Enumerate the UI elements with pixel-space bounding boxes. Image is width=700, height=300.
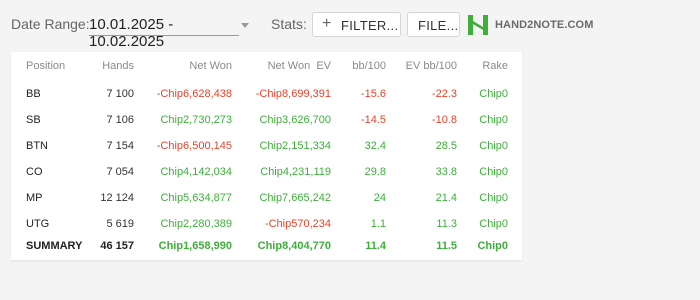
cell-bb100: -15.6 bbox=[360, 88, 386, 100]
cell-net-won-ev: Chip2,151,334 bbox=[259, 140, 331, 152]
cell-hands: 7 106 bbox=[106, 114, 134, 126]
header-rake[interactable]: Rake bbox=[482, 60, 508, 72]
cell-ev-bb100: -10.8 bbox=[431, 114, 457, 126]
file-button[interactable]: FILE... bbox=[407, 12, 460, 37]
cell-ev-bb100: 28.5 bbox=[435, 140, 457, 152]
summary-position: SUMMARY bbox=[26, 240, 83, 252]
summary-ev-bb100: 11.5 bbox=[436, 240, 457, 252]
cell-net-won-ev: Chip3,626,700 bbox=[259, 114, 331, 126]
header-net-won[interactable]: Net Won bbox=[189, 60, 232, 72]
header-bb100[interactable]: bb/100 bbox=[352, 60, 386, 72]
cell-hands: 12 124 bbox=[100, 192, 134, 204]
hand2note-logo: HAND2NOTE.COM bbox=[466, 12, 596, 38]
cell-ev-bb100: -22.3 bbox=[431, 88, 457, 100]
logo-text: HAND2NOTE.COM bbox=[495, 19, 594, 31]
summary-net-won-ev: Chip8,404,770 bbox=[257, 240, 331, 252]
cell-rake: Chip0 bbox=[479, 218, 508, 230]
summary-rake: Chip0 bbox=[477, 240, 508, 252]
cell-ev-bb100: 33.8 bbox=[435, 166, 457, 178]
cell-bb100: 1.1 bbox=[370, 218, 386, 230]
summary-bb100: 11.4 bbox=[365, 240, 386, 252]
cell-bb100: 24 bbox=[373, 192, 386, 204]
cell-net-won-ev: -Chip8,699,391 bbox=[255, 88, 331, 100]
file-button-label: FILE... bbox=[418, 18, 459, 33]
cell-position: BTN bbox=[26, 140, 48, 152]
cell-net-won-ev: Chip7,665,242 bbox=[259, 192, 331, 204]
date-range-value: 10.01.2025 - 10.02.2025 bbox=[89, 16, 174, 50]
cell-position: MP bbox=[26, 192, 43, 204]
hand2note-logo-icon bbox=[468, 15, 488, 35]
header-hands[interactable]: Hands bbox=[102, 60, 134, 72]
cell-net-won: -Chip6,500,145 bbox=[156, 140, 232, 152]
toolbar: Date Range: 10.01.2025 - 10.02.2025 Stat… bbox=[0, 0, 700, 50]
cell-rake: Chip0 bbox=[479, 88, 508, 100]
cell-hands: 5 619 bbox=[106, 218, 134, 230]
header-net-won-ev[interactable]: Net Won EV bbox=[268, 60, 331, 72]
cell-net-won: Chip2,730,273 bbox=[160, 114, 232, 126]
cell-net-won: Chip2,280,389 bbox=[160, 218, 232, 230]
filter-button-label: FILTER... bbox=[341, 18, 399, 33]
cell-net-won: -Chip6,628,438 bbox=[156, 88, 232, 100]
cell-bb100: 32.4 bbox=[364, 140, 386, 152]
summary-hands: 46 157 bbox=[100, 240, 134, 252]
cell-hands: 7 100 bbox=[106, 88, 134, 100]
cell-position: UTG bbox=[26, 218, 50, 230]
date-range-label: Date Range: bbox=[11, 16, 90, 32]
cell-rake: Chip0 bbox=[479, 140, 508, 152]
cell-hands: 7 154 bbox=[106, 140, 134, 152]
cell-net-won: Chip5,634,877 bbox=[160, 192, 232, 204]
cell-bb100: -14.5 bbox=[360, 114, 386, 126]
cell-rake: Chip0 bbox=[479, 114, 508, 126]
cell-position: BB bbox=[26, 88, 41, 100]
cell-rake: Chip0 bbox=[479, 166, 508, 178]
stats-table: Position Hands Net Won Net Won EV bb/100… bbox=[11, 52, 522, 260]
cell-ev-bb100: 11.3 bbox=[436, 218, 457, 230]
cell-rake: Chip0 bbox=[479, 192, 508, 204]
plus-icon: + bbox=[322, 15, 332, 32]
filter-button[interactable]: + FILTER... bbox=[312, 12, 401, 37]
summary-net-won: Chip1,658,990 bbox=[158, 240, 232, 252]
cell-position: CO bbox=[26, 166, 43, 178]
header-ev-bb100[interactable]: EV bb/100 bbox=[406, 60, 457, 72]
chevron-down-icon[interactable] bbox=[241, 23, 249, 28]
cell-net-won-ev: -Chip570,234 bbox=[264, 218, 331, 230]
cell-position: SB bbox=[26, 114, 41, 126]
date-range-select[interactable]: 10.01.2025 - 10.02.2025 bbox=[89, 12, 249, 50]
date-range-underline bbox=[89, 35, 239, 36]
header-position[interactable]: Position bbox=[26, 60, 65, 72]
stats-label: Stats: bbox=[271, 16, 307, 32]
cell-hands: 7 054 bbox=[106, 166, 134, 178]
cell-net-won: Chip4,142,034 bbox=[160, 166, 232, 178]
cell-net-won-ev: Chip4,231,119 bbox=[260, 166, 331, 178]
cell-bb100: 29.8 bbox=[364, 166, 386, 178]
cell-ev-bb100: 21.4 bbox=[435, 192, 457, 204]
